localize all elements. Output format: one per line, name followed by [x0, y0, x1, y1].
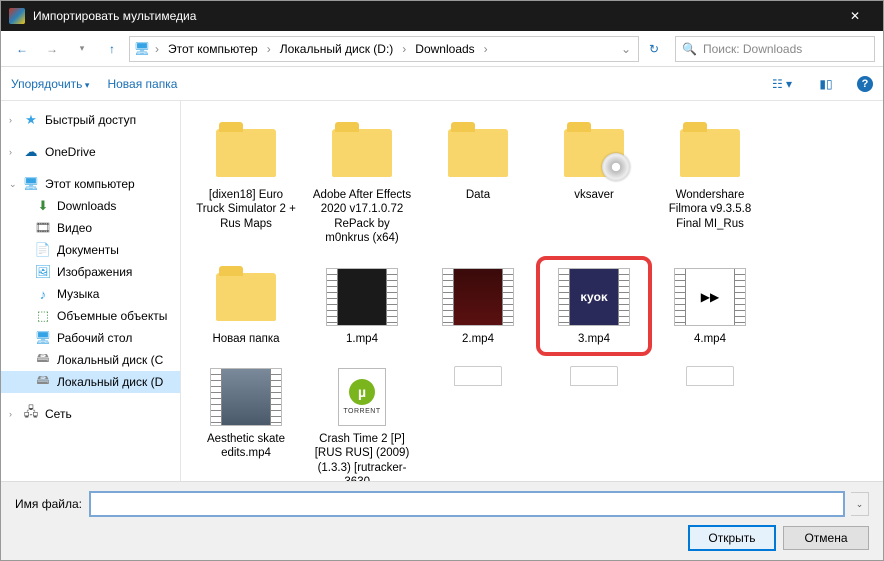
image-icon: 🖼: [35, 264, 51, 280]
filename-row: Имя файла: ⌄: [15, 492, 869, 516]
filename-input[interactable]: [90, 492, 844, 516]
preview-pane-button[interactable]: ▮▯: [813, 72, 839, 96]
chevron-right-icon: ›: [481, 42, 491, 56]
sidebar-desktop[interactable]: 🖥Рабочий стол: [1, 327, 180, 349]
disk-icon: 🖴: [35, 374, 51, 390]
back-button[interactable]: ←: [9, 36, 35, 62]
sidebar-disk-c[interactable]: 🖴Локальный диск (C: [1, 349, 180, 371]
search-input[interactable]: 🔍 Поиск: Downloads: [675, 36, 875, 62]
sidebar-documents[interactable]: 📄Документы: [1, 239, 180, 261]
video-file-item[interactable]: ▶▶4.mp4: [655, 259, 765, 353]
music-icon: ♪: [35, 286, 51, 302]
cancel-button[interactable]: Отмена: [783, 526, 869, 550]
dropdown-icon[interactable]: ⌄: [618, 42, 634, 56]
video-file-item-highlighted[interactable]: ĸyoĸ3.mp4: [539, 259, 649, 353]
folder-item[interactable]: Data: [423, 115, 533, 253]
breadcrumb-part[interactable]: Локальный диск (D:): [276, 40, 398, 58]
folder-item[interactable]: [dixen18] Euro Truck Simulator 2 + Rus M…: [191, 115, 301, 253]
button-row: Открыть Отмена: [15, 526, 869, 550]
folder-item[interactable]: vksaver: [539, 115, 649, 253]
refresh-button[interactable]: ↻: [643, 42, 671, 56]
filename-dropdown[interactable]: ⌄: [851, 492, 869, 516]
file-list[interactable]: [dixen18] Euro Truck Simulator 2 + Rus M…: [181, 101, 883, 481]
organize-menu[interactable]: Упорядочить: [11, 77, 89, 91]
search-icon: 🔍: [682, 42, 697, 56]
filename-label: Имя файла:: [15, 497, 82, 511]
desktop-icon: 🖥: [35, 330, 51, 346]
download-icon: ⬇: [35, 198, 51, 214]
sidebar-video[interactable]: 🎞Видео: [1, 217, 180, 239]
forward-button[interactable]: →: [39, 36, 65, 62]
app-icon: [9, 8, 25, 24]
dialog-footer: Имя файла: ⌄ Открыть Отмена: [1, 481, 883, 560]
file-dialog: Импортировать мультимедиа ✕ ← → ▾ ↑ 🖥 › …: [0, 0, 884, 561]
recent-dropdown[interactable]: ▾: [69, 36, 95, 62]
sidebar-quick-access[interactable]: ›★Быстрый доступ: [1, 109, 180, 131]
file-item[interactable]: [655, 359, 765, 389]
sidebar-images[interactable]: 🖼Изображения: [1, 261, 180, 283]
up-button[interactable]: ↑: [99, 36, 125, 62]
titlebar: Импортировать мультимедиа ✕: [1, 1, 883, 31]
file-item[interactable]: [539, 359, 649, 389]
cloud-icon: ☁: [23, 144, 39, 160]
open-button[interactable]: Открыть: [689, 526, 775, 550]
chevron-right-icon: ›: [399, 42, 409, 56]
sidebar-this-pc[interactable]: ⌄🖥Этот компьютер: [1, 173, 180, 195]
network-icon: 🖧: [23, 406, 39, 422]
toolbar: Упорядочить Новая папка ☷ ▾ ▮▯ ?: [1, 67, 883, 101]
video-icon: 🎞: [35, 220, 51, 236]
pc-icon: 🖥: [23, 176, 39, 192]
chevron-right-icon: ›: [152, 42, 162, 56]
folder-item[interactable]: Wondershare Filmora v9.3.5.8 Final MI_Ru…: [655, 115, 765, 253]
disk-icon: 🖴: [35, 352, 51, 368]
pc-icon: 🖥: [134, 41, 150, 57]
sidebar-network[interactable]: ›🖧Сеть: [1, 403, 180, 425]
sidebar-music[interactable]: ♪Музыка: [1, 283, 180, 305]
new-folder-button[interactable]: Новая папка: [107, 77, 177, 91]
search-placeholder: Поиск: Downloads: [703, 42, 802, 56]
folder-item[interactable]: Adobe After Effects 2020 v17.1.0.72 RePa…: [307, 115, 417, 253]
close-icon[interactable]: ✕: [835, 1, 875, 31]
view-mode-button[interactable]: ☷ ▾: [769, 72, 795, 96]
file-item[interactable]: [423, 359, 533, 389]
utorrent-icon: µ: [349, 379, 375, 405]
dialog-body: ›★Быстрый доступ ›☁OneDrive ⌄🖥Этот компь…: [1, 101, 883, 481]
breadcrumb-part[interactable]: Этот компьютер: [164, 40, 262, 58]
video-file-item[interactable]: 1.mp4: [307, 259, 417, 353]
cube-icon: ⬚: [35, 308, 51, 324]
window-title: Импортировать мультимедиа: [33, 9, 835, 23]
sidebar: ›★Быстрый доступ ›☁OneDrive ⌄🖥Этот компь…: [1, 101, 181, 481]
breadcrumb[interactable]: 🖥 › Этот компьютер › Локальный диск (D:)…: [129, 36, 639, 62]
document-icon: 📄: [35, 242, 51, 258]
address-bar: ← → ▾ ↑ 🖥 › Этот компьютер › Локальный д…: [1, 31, 883, 67]
help-button[interactable]: ?: [857, 76, 873, 92]
star-icon: ★: [23, 112, 39, 128]
sidebar-disk-d[interactable]: 🖴Локальный диск (D: [1, 371, 180, 393]
chevron-right-icon: ›: [264, 42, 274, 56]
video-file-item[interactable]: 2.mp4: [423, 259, 533, 353]
sidebar-downloads[interactable]: ⬇Downloads: [1, 195, 180, 217]
torrent-file-item[interactable]: µTORRENTCrash Time 2 [P] [RUS RUS] (2009…: [307, 359, 417, 481]
sidebar-3d-objects[interactable]: ⬚Объемные объекты: [1, 305, 180, 327]
folder-item[interactable]: Новая папка: [191, 259, 301, 353]
breadcrumb-part[interactable]: Downloads: [411, 40, 478, 58]
video-file-item[interactable]: Aesthetic skate edits.mp4: [191, 359, 301, 481]
sidebar-onedrive[interactable]: ›☁OneDrive: [1, 141, 180, 163]
